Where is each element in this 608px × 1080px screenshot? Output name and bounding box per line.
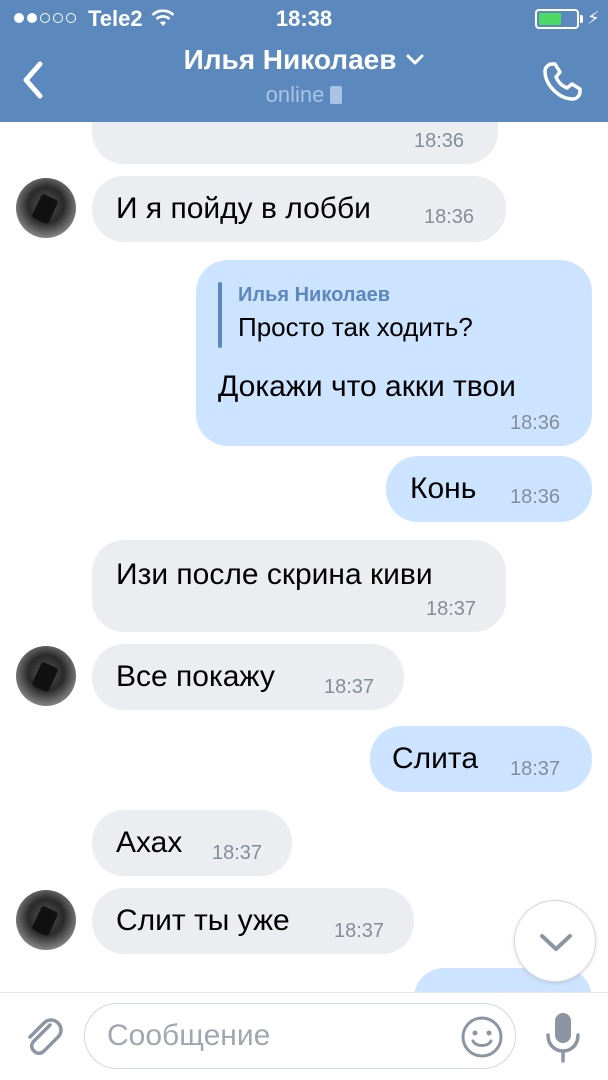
chat-header: Tele2 18:38 ⚡ Илья Николаев online [0, 0, 608, 122]
message-time: 18:37 [426, 598, 477, 620]
contact-status: online [266, 82, 343, 108]
message-text: Слит ты уже [116, 904, 290, 937]
message-bubble-outgoing[interactable]: Слита 18:37 [370, 726, 592, 792]
message-bubble-incoming[interactable]: Слит ты уже 18:37 [92, 888, 414, 954]
message-bubble-incoming[interactable]: Изи после скрина киви 18:37 [92, 540, 506, 632]
message-time: 18:37 [334, 920, 385, 942]
reply-author: Илья Николаев [238, 284, 391, 306]
message-text: Докажи что акки твои [218, 370, 516, 403]
message-bubble-incoming[interactable]: 18:36 [92, 122, 498, 164]
message-time: 18:36 [414, 130, 465, 152]
avatar[interactable] [16, 646, 76, 706]
message-list[interactable]: 18:36 И я пойду в лобби 18:36 Илья Никол… [0, 122, 608, 992]
message-time: 18:36 [510, 412, 561, 434]
microphone-icon[interactable] [540, 1009, 586, 1065]
message-time: 18:37 [324, 676, 375, 698]
message-text: Все покажу [116, 660, 275, 693]
chat-title-area[interactable]: Илья Николаев online [0, 44, 608, 108]
mobile-device-icon [330, 86, 343, 104]
message-input-field[interactable] [84, 1003, 516, 1069]
battery-level [539, 13, 561, 25]
contact-name: Илья Николаев [183, 44, 397, 75]
message-bubble-incoming[interactable]: Ахах 18:37 [92, 810, 292, 876]
avatar[interactable] [16, 178, 76, 238]
chevron-down-icon [540, 934, 572, 951]
paperclip-icon[interactable] [20, 1013, 66, 1059]
message-time: 18:36 [424, 206, 475, 228]
composer-bar [0, 992, 608, 1080]
status-bar: Tele2 18:38 ⚡ [0, 0, 608, 38]
scroll-to-bottom-button[interactable] [514, 900, 596, 982]
phone-icon[interactable] [538, 58, 586, 106]
message-text: Изи после скрина киви [116, 558, 433, 591]
reply-quote-bar [218, 282, 222, 348]
message-bubble-incoming[interactable]: Все покажу 18:37 [92, 644, 404, 710]
status-time: 18:38 [275, 6, 333, 31]
message-time: 18:36 [510, 486, 561, 508]
smile-icon[interactable] [459, 1014, 505, 1060]
message-text: Конь [410, 472, 477, 505]
reply-text: Просто так ходить? [238, 312, 473, 342]
message-time: 18:37 [212, 842, 263, 864]
message-input[interactable] [107, 1016, 447, 1056]
chevron-down-icon [406, 54, 424, 65]
battery-icon [535, 9, 579, 29]
message-text: Ахах [116, 826, 183, 859]
message-text: Слита [392, 742, 479, 775]
message-bubble-outgoing[interactable]: Конь 18:36 [386, 456, 592, 522]
message-time: 18:37 [510, 758, 561, 780]
message-text: И я пойду в лобби [116, 192, 371, 225]
message-bubble-incoming[interactable]: И я пойду в лобби 18:36 [92, 176, 506, 242]
message-bubble-outgoing[interactable]: Илья Николаев Просто так ходить? Докажи … [196, 260, 592, 446]
avatar[interactable] [16, 890, 76, 950]
charging-icon: ⚡ [587, 8, 600, 28]
